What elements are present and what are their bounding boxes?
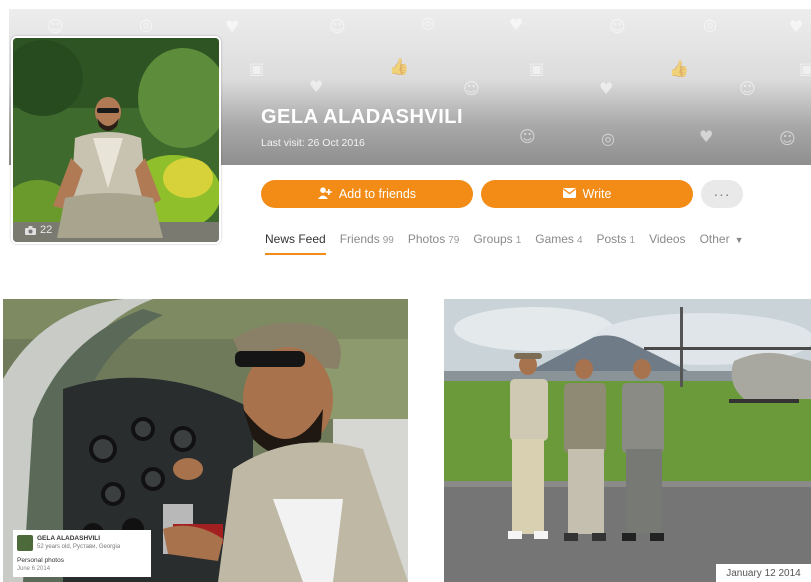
profile-name: GELA ALADASHVILI — [261, 106, 464, 128]
tab-count: 79 — [448, 235, 460, 246]
caption-info: 52 years old, Рустави, Georgia — [37, 544, 121, 550]
compass-icon: ◎ — [703, 15, 717, 34]
profile-avatar[interactable]: 22 — [11, 36, 221, 244]
photo-airfield[interactable]: January 12 2014 — [444, 299, 811, 582]
photo-caption-card[interactable]: GELA ALADASHVILI 52 years old, Рустави, … — [13, 530, 151, 577]
add-to-friends-label: Add to friends — [338, 187, 417, 201]
compass-icon: ◎ — [139, 15, 153, 34]
smile-icon: ☺ — [779, 129, 796, 148]
smile-icon: ☺ — [739, 79, 756, 98]
tab-other[interactable]: Other ▼ — [700, 232, 744, 255]
tab-groups[interactable]: Groups 1 — [473, 232, 521, 255]
thumbs-up-icon: 👍 — [669, 59, 689, 78]
tab-label: News Feed — [265, 232, 326, 246]
heart-icon: ♥ — [789, 17, 804, 36]
profile-tabs: News Feed Friends 99 Photos 79 Groups 1 … — [265, 232, 744, 255]
heart-icon: ♥ — [509, 15, 524, 34]
write-label: Write — [582, 187, 612, 201]
more-options-button[interactable]: ··· — [701, 180, 743, 208]
chevron-down-icon: ▼ — [734, 235, 744, 245]
airfield-image — [444, 299, 811, 582]
caption-album: Personal photos — [17, 557, 64, 564]
envelope-icon — [562, 187, 576, 201]
tab-label: Posts — [596, 232, 627, 246]
tab-label: Friends — [339, 232, 380, 246]
tab-games[interactable]: Games 4 — [535, 232, 582, 255]
tab-posts[interactable]: Posts 1 — [597, 232, 636, 255]
add-to-friends-button[interactable]: Add to friends — [261, 180, 473, 208]
profile-card: ☺ ◎ ♥ ☺ ◎ ♥ ☺ ◎ ♥ ▣ ♥ 👍 ☺ ▣ ♥ 👍 ☺ ▣ ☺ ◎ … — [9, 9, 811, 267]
tab-videos[interactable]: Videos — [649, 232, 685, 255]
image-icon: ▣ — [529, 59, 545, 78]
tab-count: 1 — [515, 235, 522, 246]
heart-icon: ♥ — [599, 79, 614, 98]
heart-icon: ♥ — [309, 77, 324, 96]
caption-date: June 6 2014 — [17, 566, 51, 572]
compass-icon: ◎ — [421, 13, 435, 32]
caption-name: GELA ALADASHVILI — [37, 535, 101, 542]
smile-icon: ☺ — [519, 127, 536, 146]
heart-icon: ♥ — [699, 127, 714, 146]
compass-icon: ◎ — [601, 129, 615, 148]
photo-count: 22 — [25, 224, 52, 236]
smile-icon: ☺ — [47, 17, 64, 36]
tab-news-feed[interactable]: News Feed — [265, 232, 326, 255]
image-icon: ▣ — [799, 59, 811, 78]
tab-count: 99 — [382, 235, 394, 246]
tab-label: Games — [535, 232, 574, 246]
user-plus-icon — [317, 186, 332, 202]
write-button[interactable]: Write — [481, 180, 693, 208]
thumbs-up-icon: 👍 — [389, 57, 409, 76]
tab-label: Groups — [473, 232, 513, 246]
heart-icon: ♥ — [225, 17, 240, 36]
photo-cockpit[interactable]: GELA ALADASHVILI 52 years old, Рустави, … — [3, 299, 408, 582]
smile-icon: ☺ — [609, 17, 626, 36]
tab-label: Videos — [649, 232, 686, 246]
photo-date: January 12 2014 — [716, 564, 811, 582]
avatar-photo — [13, 38, 219, 242]
last-visit: Last visit: 26 Oct 2016 — [261, 137, 365, 149]
tab-label: Photos — [407, 232, 446, 246]
image-icon: ▣ — [249, 59, 265, 78]
tab-label: Other — [699, 232, 730, 246]
caption-avatar — [17, 535, 33, 551]
tab-photos[interactable]: Photos 79 — [408, 232, 459, 255]
tab-count: 1 — [629, 235, 636, 246]
photo-count-value: 22 — [40, 224, 53, 236]
tab-count: 4 — [576, 235, 583, 246]
camera-icon — [25, 225, 36, 235]
tab-friends[interactable]: Friends 99 — [340, 232, 394, 255]
smile-icon: ☺ — [463, 79, 480, 98]
smile-icon: ☺ — [329, 17, 346, 36]
profile-page: ☺ ◎ ♥ ☺ ◎ ♥ ☺ ◎ ♥ ▣ ♥ 👍 ☺ ▣ ♥ 👍 ☺ ▣ ☺ ◎ … — [0, 0, 811, 582]
